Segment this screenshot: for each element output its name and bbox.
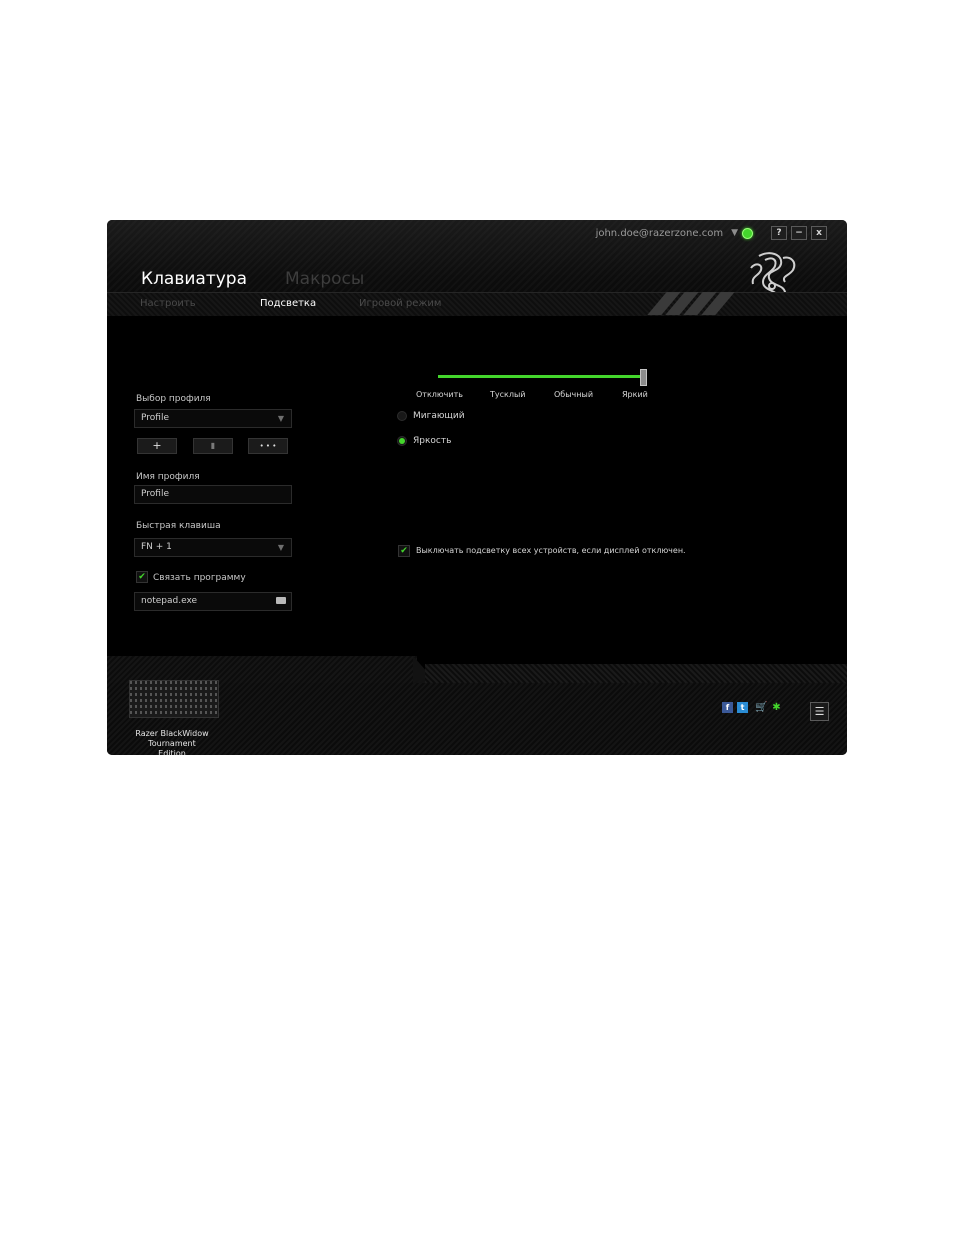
brightness-level-dim: Тусклый xyxy=(490,390,526,399)
online-status-icon xyxy=(742,227,753,239)
menu-button[interactable]: ☰ xyxy=(810,702,829,721)
account-email[interactable]: john.doe@razerzone.com xyxy=(596,228,724,239)
help-button[interactable]: ? xyxy=(771,226,787,240)
blinking-label: Мигающий xyxy=(413,411,465,421)
brightness-slider-handle[interactable] xyxy=(640,369,647,386)
link-program-checkbox[interactable]: ✔ xyxy=(136,571,148,583)
profile-select[interactable]: Profile ▼ xyxy=(134,409,292,428)
device-name-line1: Razer BlackWidow xyxy=(135,729,209,738)
profile-select-label: Выбор профиля xyxy=(136,394,211,404)
radio-brightness[interactable] xyxy=(397,436,407,446)
brightness-slider-track[interactable] xyxy=(438,375,641,378)
keyboard-device-image[interactable] xyxy=(129,680,219,718)
program-path-field[interactable]: notepad.exe xyxy=(134,592,292,611)
profile-name-label: Имя профиля xyxy=(136,472,200,482)
decorative-stripes xyxy=(647,292,735,315)
folder-icon[interactable] xyxy=(276,597,286,604)
shopping-cart-icon[interactable]: 🛒 xyxy=(755,702,767,713)
add-profile-button[interactable]: + xyxy=(137,438,177,454)
brightness-level-bright: Яркий xyxy=(622,390,648,399)
account-dropdown-icon[interactable]: ▼ xyxy=(731,228,738,238)
tab-macros[interactable]: Макросы xyxy=(285,269,364,289)
minimize-button[interactable]: − xyxy=(791,226,807,240)
brightness-level-normal: Обычный xyxy=(554,390,594,399)
device-name: Razer BlackWidow Tournament Edition xyxy=(135,729,209,755)
hotkey-value: FN + 1 xyxy=(141,542,172,552)
facebook-icon[interactable]: f xyxy=(722,702,733,713)
profile-name-field[interactable]: Profile xyxy=(134,485,292,504)
brightness-level-off: Отключить xyxy=(416,390,463,399)
chevron-down-icon: ▼ xyxy=(277,543,284,552)
synapse-window: john.doe@razerzone.com ▼ ? − x Клавиатур… xyxy=(107,220,847,755)
account-bar: john.doe@razerzone.com ▼ ? − x xyxy=(596,226,827,240)
footer-device-tab xyxy=(107,656,417,683)
razer-store-icon[interactable]: ✱ xyxy=(771,702,782,713)
footer-band xyxy=(425,664,847,683)
subtab-customize[interactable]: Настроить xyxy=(140,298,196,309)
chevron-down-icon: ▼ xyxy=(277,414,284,423)
display-off-checkbox[interactable]: ✔ xyxy=(398,545,410,557)
device-name-line2: Tournament Edition xyxy=(148,739,196,755)
delete-profile-button[interactable]: ▮ xyxy=(193,438,233,454)
hotkey-label: Быстрая клавиша xyxy=(136,521,221,531)
display-off-label: Выключать подсветку всех устройств, если… xyxy=(416,546,686,555)
subtab-bar xyxy=(107,292,847,316)
hotkey-select[interactable]: FN + 1 ▼ xyxy=(134,538,292,557)
more-options-button[interactable]: • • • xyxy=(248,438,288,454)
radio-blinking[interactable] xyxy=(397,411,407,421)
twitter-icon[interactable]: t xyxy=(737,702,748,713)
brightness-label: Яркость xyxy=(413,436,452,446)
tab-keyboard[interactable]: Клавиатура xyxy=(141,269,247,289)
close-button[interactable]: x xyxy=(811,226,827,240)
link-program-label: Связать программу xyxy=(153,573,246,583)
subtab-gaming-mode[interactable]: Игровой режим xyxy=(359,298,441,309)
profile-select-value: Profile xyxy=(141,413,169,423)
program-path-value: notepad.exe xyxy=(141,596,198,606)
subtab-lighting[interactable]: Подсветка xyxy=(260,298,316,309)
